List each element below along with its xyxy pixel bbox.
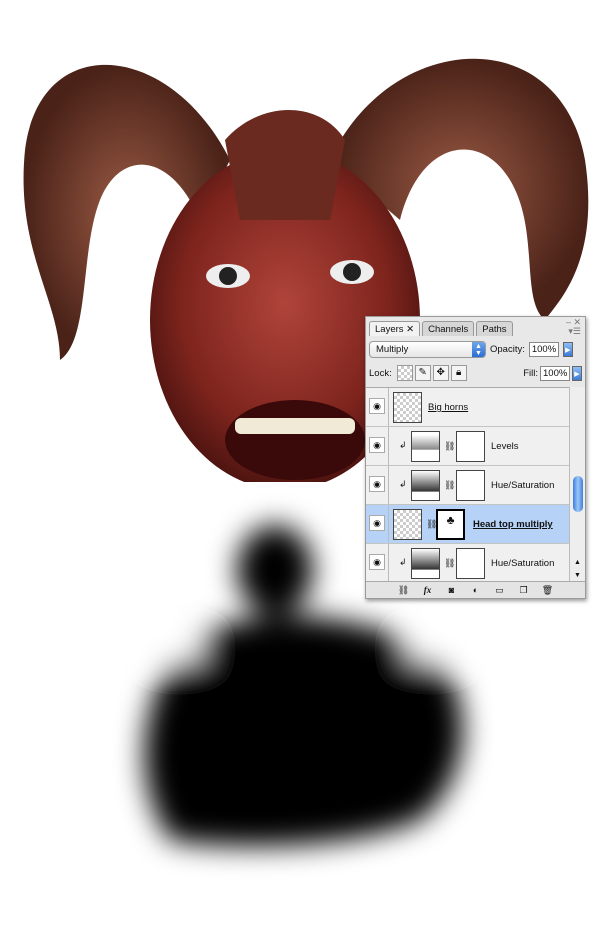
- layers-panel: – ✕ ▾☰ Layers ✕ Channels Paths Multiply ▲ ▼…: [365, 316, 586, 599]
- clip-arrow-icon: ↲: [399, 557, 407, 567]
- clip-arrow-icon: ↲: [399, 479, 407, 489]
- tab-layers[interactable]: Layers ✕: [369, 321, 421, 336]
- opacity-input[interactable]: 100%: [528, 341, 559, 357]
- blend-mode-select[interactable]: Multiply ▲ ▼: [369, 340, 486, 358]
- lock-label: Lock:: [369, 367, 392, 379]
- levels-thumbnail: [411, 431, 440, 462]
- layer-name[interactable]: Big horns: [428, 402, 468, 413]
- scroll-down-icon[interactable]: ▼: [574, 572, 581, 579]
- layer-thumbnail: [393, 392, 422, 423]
- panel-window-controls[interactable]: – ✕ ▾☰: [566, 318, 581, 336]
- mask-thumbnail: [456, 548, 485, 579]
- lock-brush-icon[interactable]: ✎: [414, 365, 431, 381]
- eye-icon[interactable]: ◉: [369, 554, 385, 570]
- fx-icon[interactable]: fx: [420, 585, 436, 595]
- hue-saturation-thumbnail: [411, 470, 440, 501]
- mask-thumbnail: ♣: [436, 509, 465, 540]
- layer-thumbnail: [393, 509, 422, 540]
- tab-paths[interactable]: Paths: [476, 321, 513, 336]
- mask-thumbnail: [456, 470, 485, 501]
- close-icon[interactable]: ✕: [406, 324, 414, 335]
- link-icon[interactable]: ⛓: [444, 558, 455, 569]
- layer-row-selected[interactable]: ◉ ⛓ ♣ Head top multiply: [366, 505, 569, 544]
- scroll-up-icon[interactable]: ▲: [574, 559, 581, 566]
- layer-row[interactable]: ◉ Big horns: [366, 388, 569, 427]
- link-icon[interactable]: ⛓: [444, 480, 455, 491]
- chevron-updown-icon: ▲ ▼: [472, 341, 485, 357]
- lock-all-icon[interactable]: 🔒︎: [450, 365, 467, 381]
- scrollbar-thumb[interactable]: [573, 476, 583, 512]
- folder-icon[interactable]: ▭: [492, 585, 508, 596]
- new-layer-icon[interactable]: ❐: [516, 585, 532, 596]
- fill-input[interactable]: 100%: [540, 365, 570, 381]
- layer-row[interactable]: ◉ ↲ ⛓ Hue/Saturation: [366, 466, 569, 505]
- eye-icon[interactable]: ◉: [369, 437, 385, 453]
- panel-footer: ⛓ fx ◙ ◐ ▭ ❐ 🗑︎: [366, 581, 585, 598]
- tab-channels[interactable]: Channels: [422, 321, 475, 336]
- layer-row[interactable]: ◉ ↲ ⛓ Levels: [366, 427, 569, 466]
- layer-name[interactable]: Hue/Saturation: [491, 558, 554, 569]
- adjustment-icon[interactable]: ◐: [468, 585, 484, 595]
- clip-arrow-icon: ↲: [399, 440, 407, 450]
- opacity-label: Opacity:: [490, 343, 525, 355]
- eye-icon[interactable]: ◉: [369, 398, 385, 414]
- lock-position-icon[interactable]: ✥: [432, 365, 449, 381]
- blend-mode-value: Multiply: [376, 343, 409, 355]
- eye-icon[interactable]: ◉: [369, 515, 385, 531]
- layers-list: ◉ Big horns ◉ ↲ ⛓ Levels ◉ ↲ ⛓ Hue/Satur…: [366, 387, 569, 583]
- layers-scrollbar[interactable]: ▲ ▼: [569, 387, 585, 582]
- tab-label: Layers: [375, 324, 404, 335]
- eye-icon[interactable]: ◉: [369, 476, 385, 492]
- link-icon[interactable]: ⛓: [444, 441, 455, 452]
- fill-label: Fill:: [523, 367, 538, 379]
- opacity-slider-button[interactable]: ▶: [562, 341, 573, 357]
- layer-name[interactable]: Hue/Saturation: [491, 480, 554, 491]
- layer-name[interactable]: Levels: [491, 441, 518, 452]
- lock-transparency-icon[interactable]: [396, 365, 413, 381]
- fill-slider-button[interactable]: ▶: [572, 365, 582, 381]
- layer-row[interactable]: ◉ ↲ ⛓ Hue/Saturation: [366, 544, 569, 583]
- mask-icon[interactable]: ◙: [444, 585, 460, 595]
- trash-icon[interactable]: 🗑︎: [540, 585, 556, 596]
- layer-name[interactable]: Head top multiply: [473, 519, 553, 530]
- hue-saturation-thumbnail: [411, 548, 440, 579]
- mask-thumbnail: [456, 431, 485, 462]
- link-icon[interactable]: ⛓: [396, 585, 412, 596]
